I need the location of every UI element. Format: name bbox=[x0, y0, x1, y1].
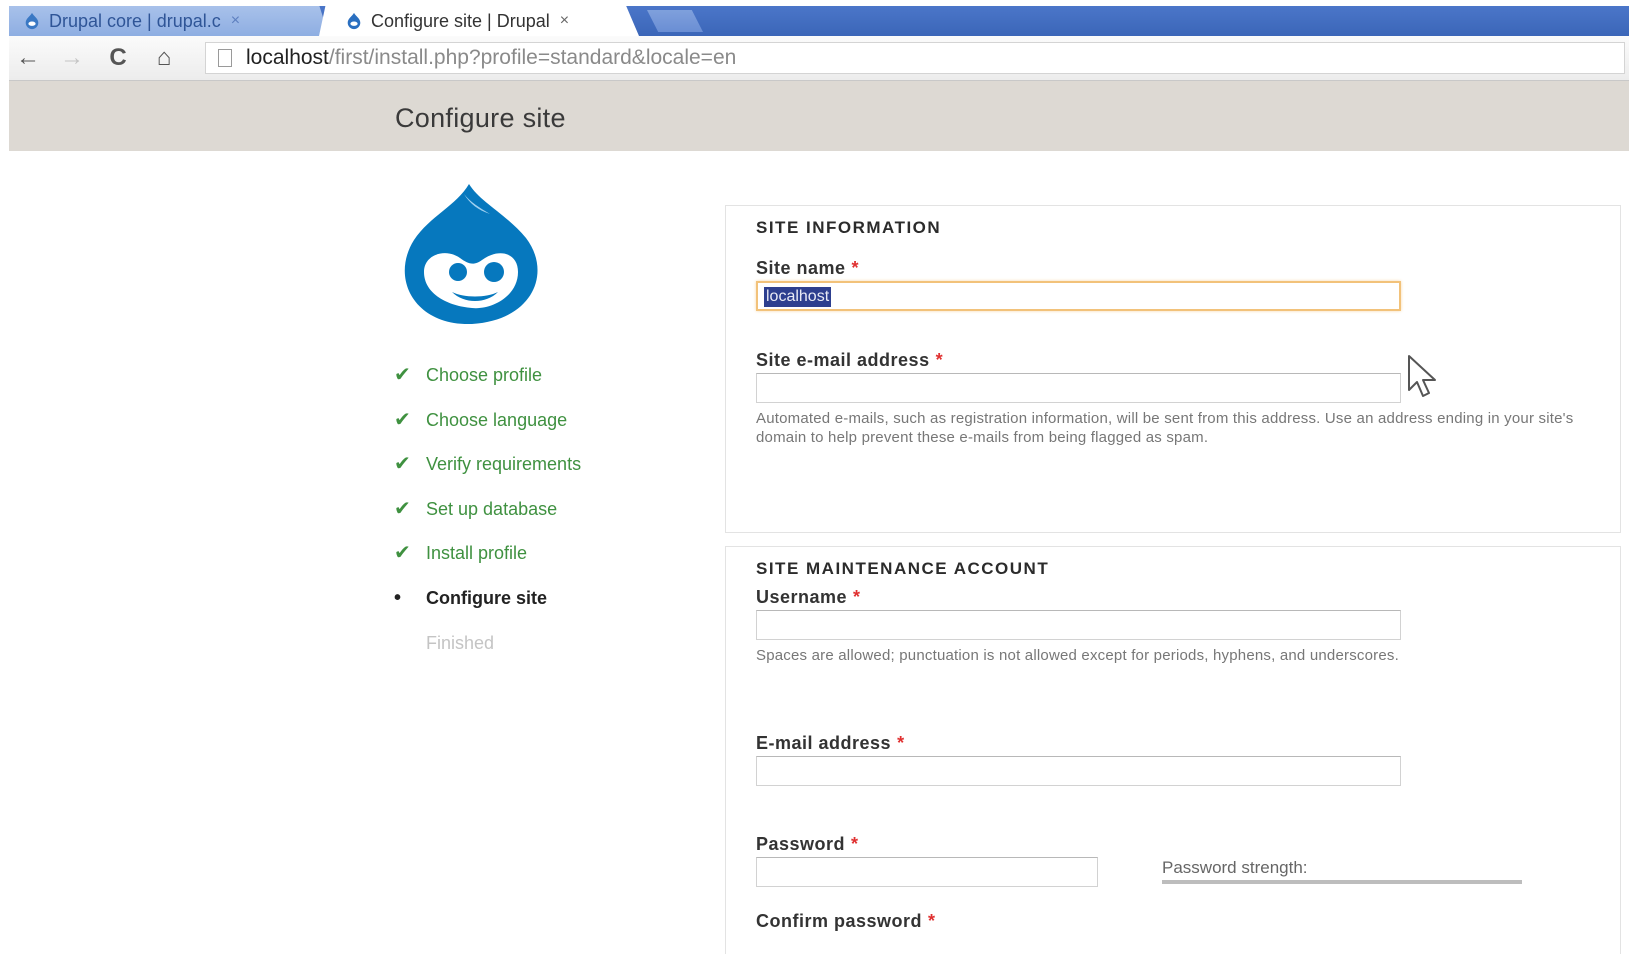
reload-icon[interactable]: C bbox=[103, 44, 133, 72]
required-marker: * bbox=[897, 733, 905, 753]
selected-value: localhost bbox=[764, 287, 832, 307]
browser-toolbar: ← → C ⌂ localhost/first/install.php?prof… bbox=[9, 36, 1629, 81]
label-text: Password bbox=[756, 834, 846, 854]
step-label: Choose language bbox=[426, 409, 568, 430]
bullet-icon: • bbox=[394, 586, 402, 609]
checkmark-icon: ✔ bbox=[394, 408, 411, 431]
confirm-password-label: Confirm password * bbox=[756, 911, 936, 932]
username-help: Spaces are allowed; punctuation is not a… bbox=[756, 647, 1399, 664]
step-label: Set up database bbox=[426, 498, 558, 519]
url-path: /first/install.php?profile=standard&loca… bbox=[328, 46, 737, 69]
step-label: Choose profile bbox=[426, 365, 543, 385]
required-marker: * bbox=[853, 587, 861, 607]
site-email-help: Automated e-mails, such as registration … bbox=[756, 410, 1574, 446]
email-label: E-mail address * bbox=[756, 733, 905, 754]
site-name-label: Site name * bbox=[756, 258, 859, 279]
tab-label: Configure site | Drupal bbox=[371, 10, 550, 31]
tab-drupal-core[interactable]: Drupal core | drupal.c × bbox=[9, 6, 329, 36]
site-email-label: Site e-mail address * bbox=[756, 350, 943, 371]
tab-label: Drupal core | drupal.c bbox=[49, 10, 221, 31]
back-arrow-icon[interactable]: ← bbox=[13, 44, 43, 72]
password-label: Password * bbox=[756, 834, 859, 855]
label-text: Confirm password bbox=[756, 911, 923, 931]
new-tab-button[interactable] bbox=[647, 10, 703, 32]
browser-window: Drupal core | drupal.c × Configure site … bbox=[9, 0, 1629, 954]
checkmark-icon: ✔ bbox=[394, 364, 411, 386]
site-information-fieldset: SITE INFORMATION Site name * localhost Si… bbox=[725, 205, 1621, 533]
page-title: Configure site bbox=[395, 103, 566, 133]
tab-strip: Drupal core | drupal.c × Configure site … bbox=[9, 6, 1629, 36]
checkmark-icon: ✔ bbox=[394, 453, 411, 476]
step-label: Verify requirements bbox=[426, 454, 582, 475]
drupal-drop-icon bbox=[347, 12, 361, 30]
password-strength-bar bbox=[1162, 880, 1522, 884]
site-name-input[interactable]: localhost bbox=[756, 281, 1401, 311]
required-marker: * bbox=[928, 911, 936, 931]
label-text: E-mail address bbox=[756, 733, 892, 753]
step-install-profile: ✔ Install profile bbox=[394, 542, 581, 587]
tab-configure-site[interactable]: Configure site | Drupal × bbox=[319, 6, 639, 36]
email-input[interactable] bbox=[756, 756, 1401, 786]
label-text: Site name bbox=[756, 258, 846, 278]
tab-close-icon[interactable]: × bbox=[560, 12, 569, 30]
drupal-drop-icon bbox=[25, 12, 39, 30]
maintenance-account-fieldset: SITE MAINTENANCE ACCOUNT Username * Space… bbox=[725, 546, 1621, 954]
required-marker: * bbox=[851, 834, 859, 854]
fieldset-legend: SITE MAINTENANCE ACCOUNT bbox=[756, 559, 1050, 578]
password-strength-label: Password strength: bbox=[1162, 858, 1308, 877]
drupal-logo bbox=[404, 184, 538, 325]
password-input[interactable] bbox=[756, 857, 1098, 887]
address-bar[interactable]: localhost/first/install.php?profile=stan… bbox=[205, 42, 1625, 74]
required-marker: * bbox=[935, 350, 944, 370]
step-verify-requirements: ✔ Verify requirements bbox=[394, 453, 581, 498]
step-label: Configure site bbox=[426, 587, 548, 608]
mouse-pointer-icon bbox=[1408, 355, 1436, 397]
step-configure-site: • Configure site bbox=[394, 587, 581, 632]
tab-close-icon[interactable]: × bbox=[231, 12, 240, 30]
checkmark-icon: ✔ bbox=[394, 497, 411, 520]
checkmark-icon: ✔ bbox=[394, 542, 411, 565]
url-host: localhost bbox=[246, 46, 329, 69]
fieldset-legend: SITE INFORMATION bbox=[756, 218, 942, 237]
step-set-up-database: ✔ Set up database bbox=[394, 498, 581, 543]
home-icon[interactable]: ⌂ bbox=[149, 44, 179, 72]
step-choose-profile: ✔ Choose profile bbox=[394, 364, 581, 409]
install-steps: ✔ Choose profile ✔ Choose language ✔ Ver… bbox=[394, 364, 581, 676]
username-label: Username * bbox=[756, 587, 861, 608]
step-finished: Finished bbox=[394, 632, 581, 677]
forward-arrow-icon[interactable]: → bbox=[57, 44, 87, 72]
required-marker: * bbox=[851, 258, 860, 278]
page-header: Configure site bbox=[9, 81, 1629, 151]
username-input[interactable] bbox=[756, 610, 1401, 640]
step-label: Finished bbox=[426, 632, 495, 653]
step-choose-language: ✔ Choose language bbox=[394, 409, 581, 454]
label-text: Username bbox=[756, 587, 848, 607]
site-email-input[interactable] bbox=[756, 373, 1401, 403]
step-label: Install profile bbox=[426, 543, 528, 564]
page-icon bbox=[218, 49, 232, 67]
label-text: Site e-mail address bbox=[756, 350, 930, 370]
